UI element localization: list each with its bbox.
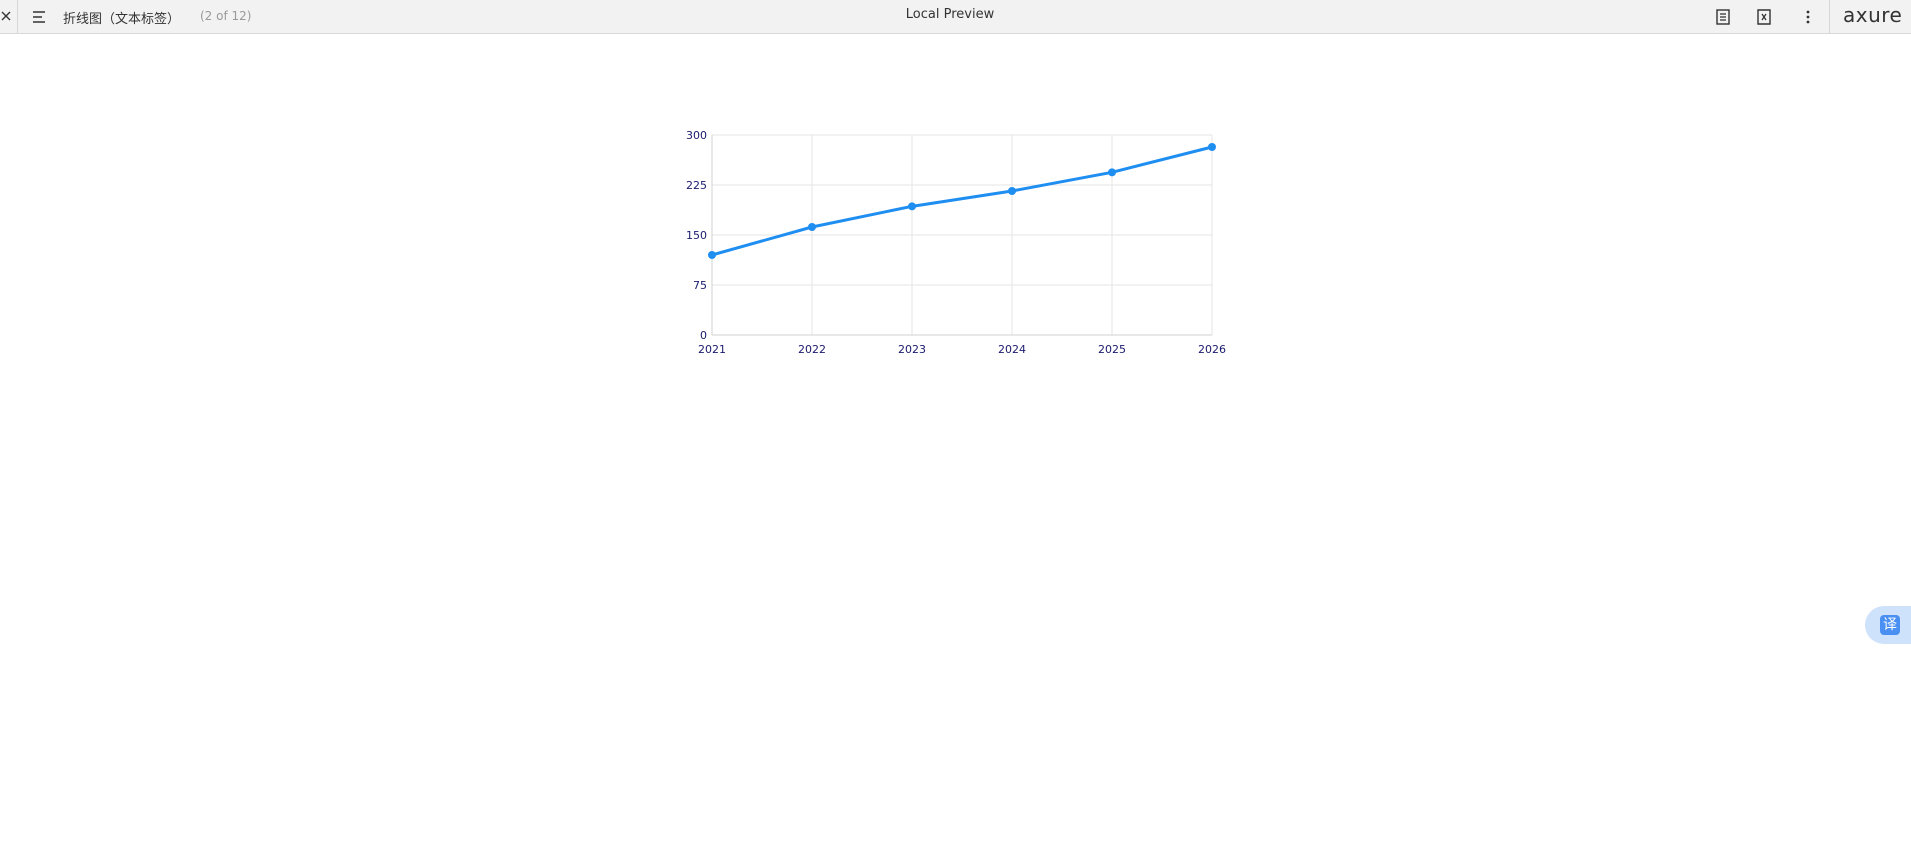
close-button[interactable] — [0, 0, 18, 33]
window-title: Local Preview — [905, 7, 995, 22]
preview-toolbar: 折线图（文本标签） (2 of 12) Local Preview axure — [0, 0, 1911, 34]
data-point — [908, 202, 916, 211]
x-tick-label: 2025 — [1098, 343, 1126, 356]
inspect-button[interactable] — [1754, 7, 1774, 27]
translate-icon: 译 — [1880, 615, 1900, 635]
inspect-icon — [1757, 9, 1771, 25]
toolbar-divider — [1829, 0, 1830, 33]
axure-logo: axure — [1843, 3, 1903, 27]
data-point — [1108, 168, 1116, 177]
series-line — [711, 145, 1213, 257]
y-tick-label: 300 — [686, 129, 707, 142]
y-tick-label: 225 — [686, 179, 707, 192]
menu-icon — [33, 11, 45, 23]
more-vertical-icon — [1806, 10, 1810, 24]
x-tick-label: 2023 — [898, 343, 926, 356]
y-tick-label: 75 — [693, 279, 707, 292]
notes-button[interactable] — [1713, 7, 1733, 27]
chart-svg: 0 75 150 225 300 2021 2022 2023 2024 2025 2026 — [686, 129, 1226, 356]
more-button[interactable] — [1798, 7, 1818, 27]
line-chart: 0 75 150 225 300 2021 2022 2023 2024 2025 2026 — [680, 120, 1240, 370]
translate-button[interactable]: 译 — [1865, 606, 1911, 644]
data-point — [708, 251, 716, 259]
x-tick-label: 2022 — [798, 343, 826, 356]
x-tick-label: 2024 — [998, 343, 1026, 356]
page-count: (2 of 12) — [200, 9, 252, 23]
x-tick-label: 2026 — [1198, 343, 1226, 356]
close-icon — [1, 11, 11, 21]
menu-button[interactable] — [31, 8, 49, 26]
y-tick-label: 150 — [686, 229, 707, 242]
page-title: 折线图（文本标签） — [63, 12, 181, 27]
data-point — [1208, 143, 1216, 151]
y-tick-label: 0 — [700, 329, 707, 342]
data-point — [1008, 187, 1016, 195]
notes-icon — [1716, 9, 1730, 25]
data-point — [808, 223, 816, 231]
x-tick-label: 2021 — [698, 343, 726, 356]
